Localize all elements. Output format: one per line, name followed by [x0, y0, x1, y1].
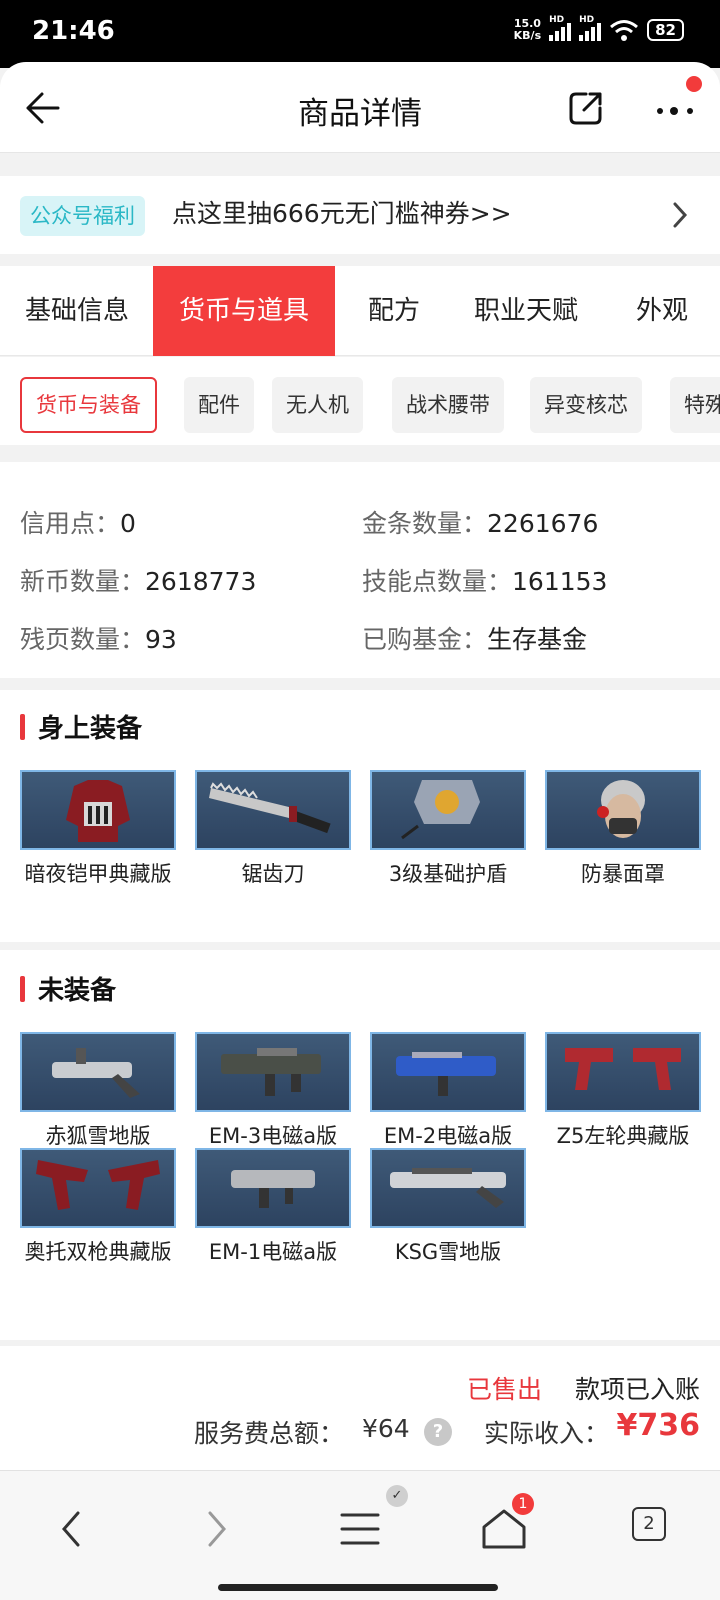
fee-label: 服务费总额：: [194, 1419, 345, 1448]
chip-drone[interactable]: 无人机: [272, 377, 363, 433]
chip-currency-equipment[interactable]: 货币与装备: [20, 377, 157, 433]
section-title: 未装备: [20, 970, 116, 1007]
equipment-item[interactable]: Z5左轮典藏版: [545, 1032, 701, 1152]
info-skill-points: 技能点数量：161153: [362, 567, 608, 596]
shield-image: [370, 770, 526, 850]
notification-dot: [686, 76, 702, 92]
order-summary: 已售出 款项已入账 服务费总额： ¥64 ? 实际收入： ¥736: [0, 1346, 720, 1470]
chip-mutation-core[interactable]: 异变核芯: [530, 377, 642, 433]
currency-info: 信用点：0 金条数量：2261676 新币数量：2618773 技能点数量：16…: [0, 462, 720, 678]
equipment-item[interactable]: EM-2电磁a版: [370, 1032, 526, 1152]
sold-status: 已售出: [466, 1375, 542, 1404]
weapon-image: [195, 1148, 351, 1228]
help-icon[interactable]: ?: [424, 1418, 452, 1446]
home-badge: 1: [512, 1493, 534, 1515]
weapon-image: [20, 1032, 176, 1112]
chip-attachments[interactable]: 配件: [184, 377, 254, 433]
weapon-image: [545, 1032, 701, 1112]
signal-icon: HD: [579, 15, 602, 41]
income-label: 实际收入：: [484, 1419, 610, 1448]
equipment-item[interactable]: 奥托双枪典藏版: [20, 1148, 176, 1268]
info-gold-bars: 金条数量：2261676: [362, 509, 599, 538]
info-new-coins: 新币数量：2618773: [20, 567, 257, 596]
equipment-item[interactable]: EM-1电磁a版: [195, 1148, 351, 1268]
weapon-image: [20, 1148, 176, 1228]
tab-currency-items[interactable]: 货币与道具: [153, 266, 335, 356]
income-amount: ¥736: [616, 1408, 701, 1443]
tab-recipes[interactable]: 配方: [352, 266, 436, 356]
payment-status: 款项已入账: [574, 1375, 700, 1404]
equipment-item[interactable]: 3级基础护盾: [370, 770, 526, 890]
signal-icon: HD: [549, 15, 572, 41]
chevron-right-icon: [673, 202, 688, 228]
wifi-icon: [610, 20, 639, 41]
more-icon[interactable]: [652, 96, 700, 126]
weapon-image: [195, 1032, 351, 1112]
gesture-bar: [218, 1584, 498, 1591]
promo-text: 点这里抽666元无门槛神券>>: [172, 199, 512, 228]
menu-icon[interactable]: [332, 1501, 388, 1557]
armor-image: [20, 770, 176, 850]
info-credits: 信用点：0: [20, 509, 136, 538]
category-tabs: 基础信息 货币与道具 配方 职业天赋 外观: [0, 266, 720, 356]
fee-amount: ¥64: [362, 1414, 410, 1443]
status-bar: 21:46 15.0 KB/s HD HD 82: [0, 0, 720, 68]
chip-special[interactable]: 特殊: [670, 377, 720, 433]
info-fund: 已购基金：生存基金: [362, 625, 588, 654]
saw-knife-image: [195, 770, 351, 850]
status-time: 21:46: [32, 16, 115, 46]
equipment-item[interactable]: 防暴面罩: [545, 770, 701, 890]
riot-mask-image: [545, 770, 701, 850]
weapon-image: [370, 1148, 526, 1228]
tab-count-button[interactable]: 2: [632, 1507, 666, 1541]
check-badge-icon: ✓: [386, 1485, 408, 1507]
equipment-item[interactable]: 锯齿刀: [195, 770, 351, 890]
browser-toolbar: ✓ 1 2: [0, 1470, 720, 1600]
info-fragments: 残页数量：93: [20, 625, 177, 654]
equipment-item[interactable]: 暗夜铠甲典藏版: [20, 770, 176, 890]
page-title: 商品详情: [298, 96, 422, 132]
equipment-item[interactable]: 赤狐雪地版: [20, 1032, 176, 1152]
net-speed: 15.0 KB/s: [513, 17, 542, 42]
battery-icon: 82: [647, 19, 684, 41]
divider: [0, 152, 720, 153]
promo-banner[interactable]: 公众号福利 点这里抽666元无门槛神券>>: [0, 176, 720, 254]
promo-tag: 公众号福利: [20, 196, 145, 236]
unequipped-section: 未装备 赤狐雪地版 EM-3电磁a版 EM-2电磁a版 Z5左轮典藏版 奥托双枪…: [0, 950, 720, 1340]
section-title: 身上装备: [20, 708, 142, 745]
equipped-section: 身上装备 暗夜铠甲典藏版 锯齿刀 3级基础护盾 防暴面罩: [0, 690, 720, 942]
tab-talents[interactable]: 职业天赋: [462, 266, 590, 356]
share-icon[interactable]: [566, 88, 606, 128]
forward-icon[interactable]: [188, 1501, 244, 1557]
weapon-image: [370, 1032, 526, 1112]
chip-tactical-belt[interactable]: 战术腰带: [392, 377, 504, 433]
equipment-item[interactable]: KSG雪地版: [370, 1148, 526, 1268]
status-icons: 15.0 KB/s HD HD 82: [513, 15, 684, 42]
tab-appearance[interactable]: 外观: [620, 266, 704, 356]
subcategory-chips: 货币与装备 配件 无人机 战术腰带 异变核芯 特殊: [0, 357, 720, 445]
tab-basic-info[interactable]: 基础信息: [10, 266, 144, 356]
back-icon[interactable]: [44, 1501, 100, 1557]
page-header: 商品详情: [0, 62, 720, 152]
equipment-item[interactable]: EM-3电磁a版: [195, 1032, 351, 1152]
